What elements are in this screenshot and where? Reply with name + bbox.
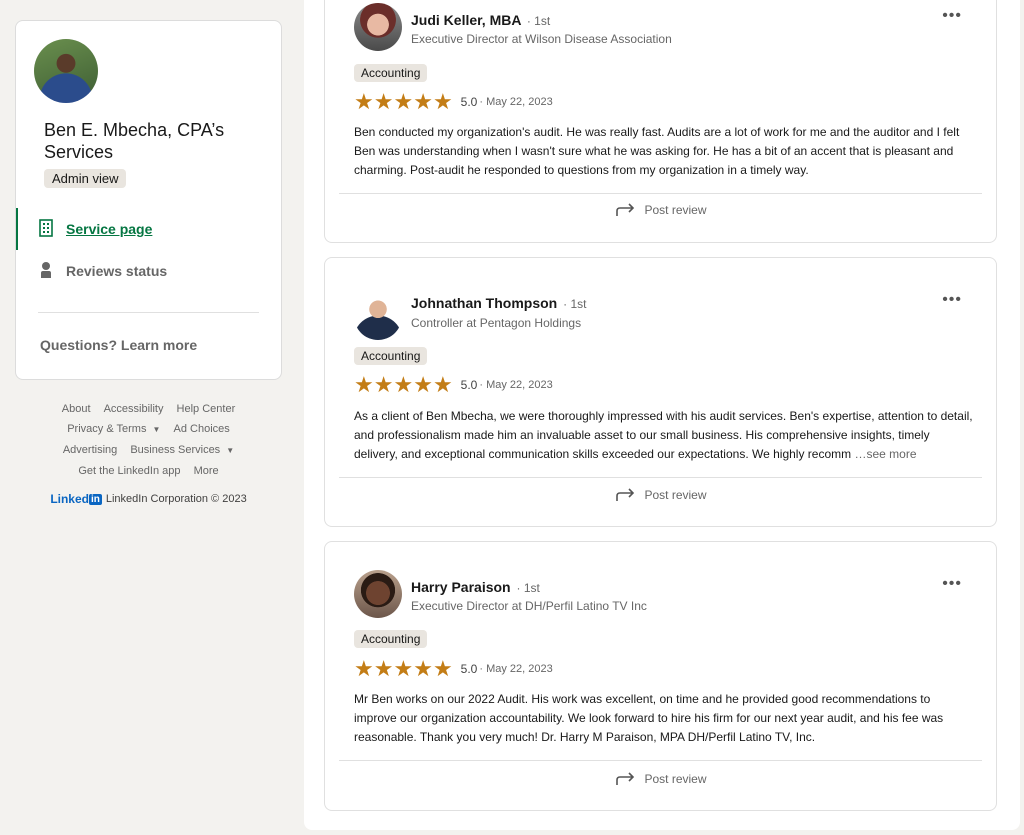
footer-link-business-services-label: Business Services [130,444,221,456]
review-text: Ben conducted my organization's audit. H… [354,125,960,177]
more-options-icon[interactable]: ••• [942,575,962,593]
questions-learn-more-link[interactable]: Questions? Learn more [40,337,197,353]
admin-view-badge: Admin view [44,169,127,188]
star-icon: ★ [354,372,374,397]
share-arrow-icon [616,488,635,501]
footer: About Accessibility Help Center Privacy … [15,396,282,506]
star-icon: ★ [373,89,394,114]
post-review-button[interactable]: Post review [325,203,998,217]
star-icon: ★ [354,89,374,114]
reviewer-name-text: Harry Paraison [411,579,511,595]
star-icon: ★ [393,372,414,397]
star-icon: ★ [373,372,394,397]
review-date: · May 22, 2023 [479,96,553,108]
footer-link-help-center[interactable]: Help Center [177,403,236,415]
star-icon: ★ [373,656,394,681]
more-options-icon[interactable]: ••• [942,291,962,309]
divider [38,312,259,313]
star-rating: ★ ★ ★ ★ ★ 5.0 · May 22, 2023 [354,374,553,396]
star-icon: ★ [413,372,433,397]
star-icon: ★ [413,89,433,114]
connection-degree: · 1st [563,297,587,311]
see-more-link[interactable]: …see more [854,447,916,461]
review-text: As a client of Ben Mbecha, we were thoro… [354,407,974,464]
footer-brand: Linked in LinkedIn Corporation © 2023 [15,492,282,506]
avatar[interactable] [34,39,98,103]
chevron-down-icon: ▼ [226,446,235,455]
review-card: Judi Keller, MBA · 1st Executive Directo… [324,0,997,243]
review-date: · May 22, 2023 [479,379,553,391]
reviewer-avatar[interactable] [354,292,402,340]
star-icon: ★ [393,656,414,681]
star-icon: ★ [432,656,453,681]
star-rating: ★ ★ ★ ★ ★ 5.0 · May 22, 2023 [354,91,553,113]
rating-score: 5.0 [460,95,478,109]
reviewer-avatar[interactable] [354,3,402,51]
reviewer-name[interactable]: Judi Keller, MBA · 1st [411,12,550,28]
footer-link-privacy-terms-label: Privacy & Terms [67,423,147,435]
share-arrow-icon [616,203,635,216]
reviewer-name[interactable]: Harry Paraison · 1st [411,579,540,595]
service-tag: Accounting [354,630,428,648]
review-card: Johnathan Thompson · 1st Controller at P… [324,257,997,527]
person-icon [38,261,54,282]
divider [339,760,982,761]
nav-service-page[interactable]: Service page [16,208,282,250]
page-title: Ben E. Mbecha, CPA’s Services [44,120,225,162]
reviews-panel: Judi Keller, MBA · 1st Executive Directo… [304,0,1020,830]
post-review-button[interactable]: Post review [325,488,998,502]
post-review-label: Post review [644,772,707,786]
copyright: LinkedIn Corporation © 2023 [105,493,247,505]
nav-reviews-status[interactable]: Reviews status [16,250,282,292]
rating-score: 5.0 [460,378,478,392]
star-rating: ★ ★ ★ ★ ★ 5.0 · May 22, 2023 [354,658,553,680]
review-text: Mr Ben works on our 2022 Audit. His work… [354,692,944,744]
reviewer-name-text: Judi Keller, MBA [411,12,521,28]
connection-degree: · 1st [516,581,540,595]
nav-reviews-status-label: Reviews status [66,263,168,279]
rating-score: 5.0 [460,662,478,676]
footer-link-more[interactable]: More [194,465,219,477]
star-icon: ★ [432,89,453,114]
footer-link-business-services[interactable]: Business Services ▼ [130,444,234,456]
nav-service-page-label: Service page [66,221,153,237]
footer-link-advertising[interactable]: Advertising [63,444,117,456]
chevron-down-icon: ▼ [152,425,161,434]
divider [339,193,982,194]
footer-link-about[interactable]: About [62,403,91,415]
star-icon: ★ [432,372,453,397]
star-icon: ★ [393,89,414,114]
star-icon: ★ [413,656,433,681]
footer-link-ad-choices[interactable]: Ad Choices [174,423,230,435]
reviewer-title: Executive Director at Wilson Disease Ass… [411,32,672,46]
post-review-label: Post review [644,488,707,502]
more-options-icon[interactable]: ••• [942,7,962,25]
reviewer-title: Controller at Pentagon Holdings [411,316,582,330]
footer-link-privacy-terms[interactable]: Privacy & Terms ▼ [67,423,160,435]
building-icon [38,218,54,240]
service-tag: Accounting [354,64,428,82]
profile-card: Ben E. Mbecha, CPA’s Services Admin view… [15,20,282,380]
reviewer-name-text: Johnathan Thompson [411,295,558,311]
reviewer-avatar[interactable] [354,570,402,618]
linkedin-logo-icon: in [88,493,102,505]
footer-link-get-app[interactable]: Get the LinkedIn app [78,465,180,477]
reviewer-name[interactable]: Johnathan Thompson · 1st [411,295,586,311]
footer-link-accessibility[interactable]: Accessibility [104,403,164,415]
share-arrow-icon [616,772,635,785]
post-review-button[interactable]: Post review [325,772,998,786]
connection-degree: · 1st [526,14,551,28]
reviewer-title: Executive Director at DH/Perfil Latino T… [411,599,647,613]
star-icon: ★ [354,656,374,681]
service-tag: Accounting [354,347,428,365]
post-review-label: Post review [644,203,707,217]
divider [339,477,982,478]
linkedin-logo-text: Linked [50,492,89,506]
review-card: Harry Paraison · 1st Executive Director … [324,541,997,811]
review-date: · May 22, 2023 [479,663,553,675]
